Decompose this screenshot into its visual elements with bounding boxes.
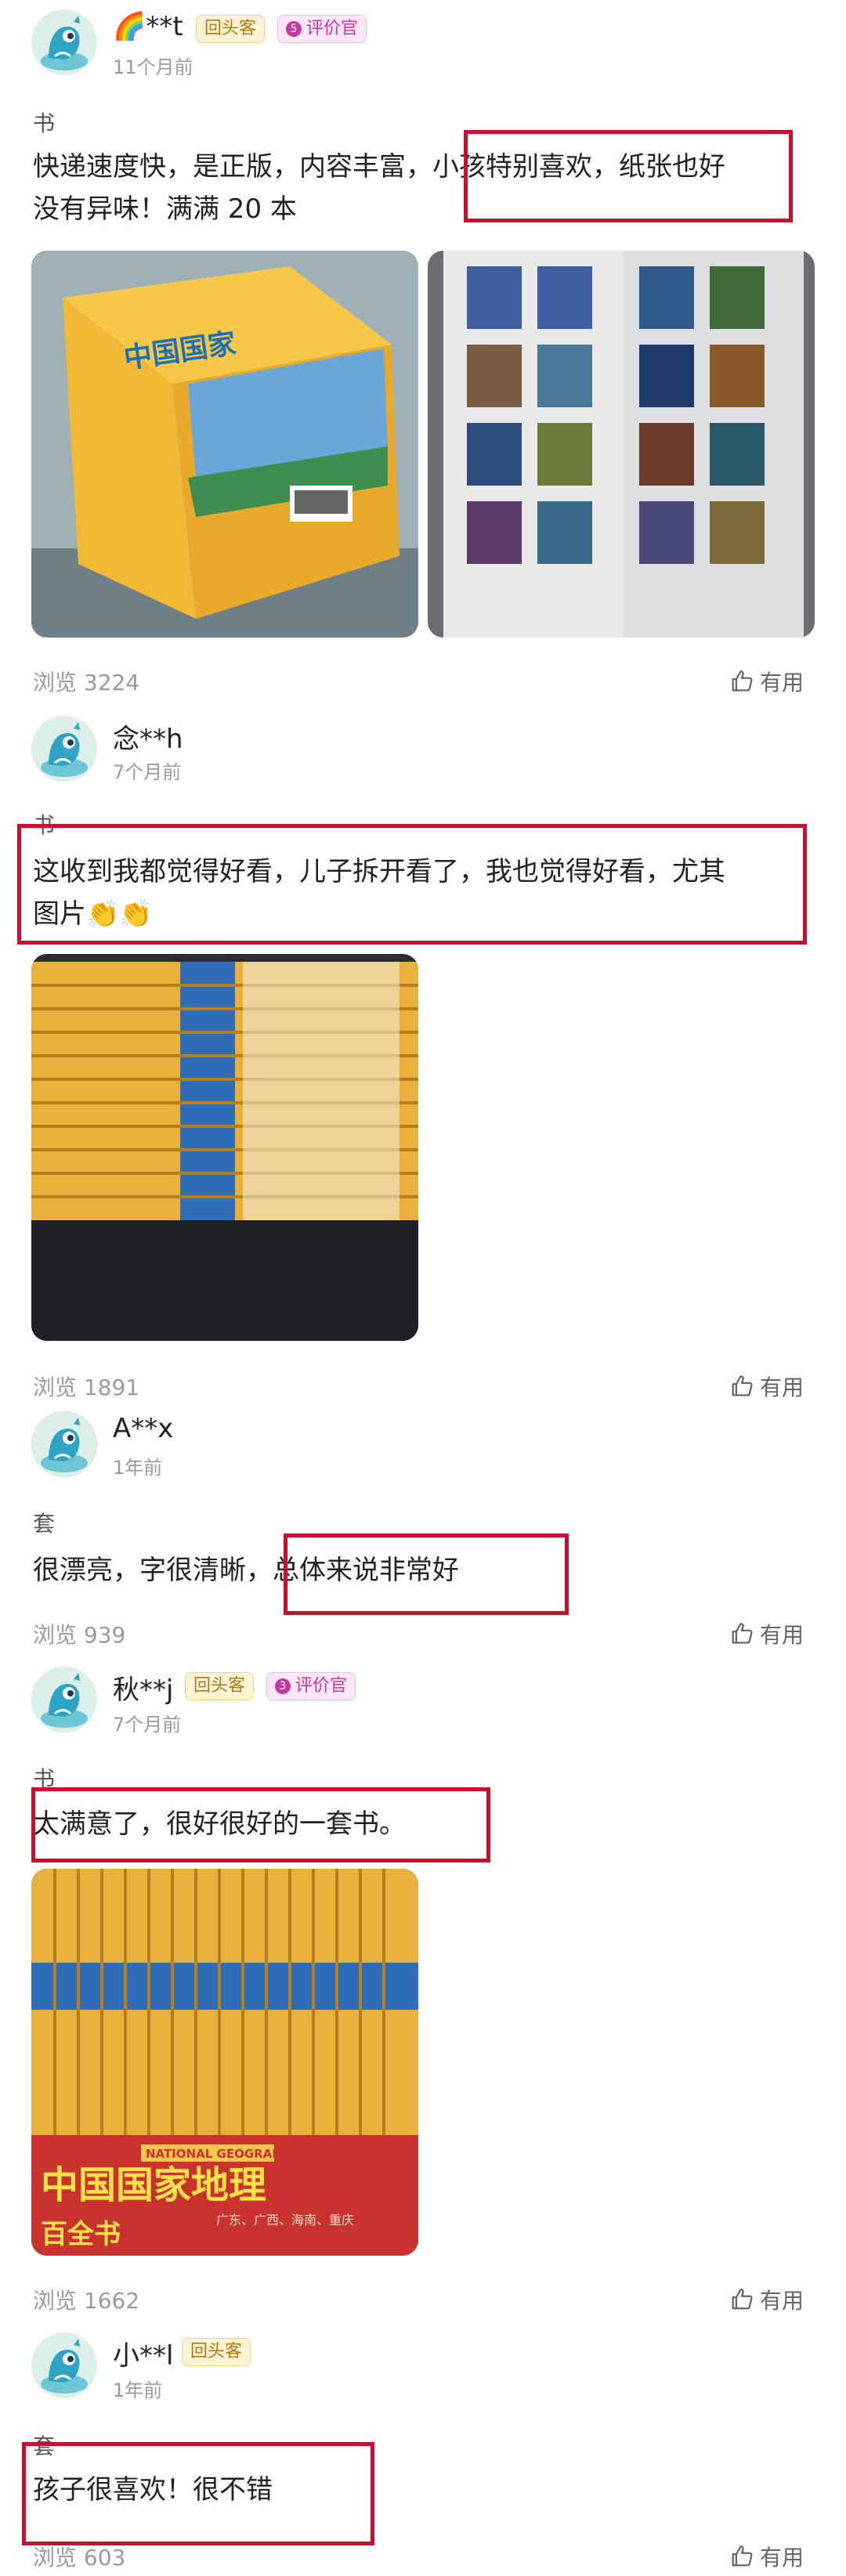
view-count: 浏览 603	[33, 2545, 126, 2571]
level-number: 3	[275, 1678, 291, 1694]
avatar[interactable]	[31, 1411, 97, 1477]
reviewer-name: 小**l	[113, 2340, 174, 2372]
view-count: 浏览 1662	[33, 2288, 140, 2314]
highlight-box	[31, 1787, 490, 1862]
thumbs-up-icon	[728, 1620, 755, 1647]
view-count: 浏览 1891	[33, 1375, 140, 1400]
reviewer-name: 🌈**t	[113, 11, 183, 42]
return-customer-badge: 回头客	[196, 15, 266, 43]
reviewer-name: A**x	[113, 1413, 174, 1444]
view-count: 浏览 3224	[33, 670, 140, 695]
category-label: 套	[33, 1511, 56, 1537]
reviewer-name: 念**h	[113, 724, 183, 755]
review-time: 7个月前	[113, 1714, 182, 1736]
review-time: 7个月前	[113, 761, 182, 783]
review-photo[interactable]	[428, 251, 815, 638]
return-customer-badge: 回头客	[182, 2338, 251, 2366]
highlight-box	[17, 824, 807, 945]
highlight-box	[22, 2442, 374, 2545]
avatar-mascot-icon	[31, 1411, 97, 1477]
thumbs-up-icon	[728, 1373, 755, 1400]
thumbs-up-icon	[728, 2286, 755, 2313]
review-time: 11个月前	[113, 56, 193, 78]
review-photo[interactable]	[31, 954, 418, 1341]
avatar-mascot-icon	[31, 716, 97, 782]
photo-book-subtitle: 百全书	[41, 2219, 121, 2250]
highlight-box	[464, 130, 793, 222]
useful-button[interactable]: 有用	[728, 1371, 804, 1402]
useful-button[interactable]: 有用	[728, 1618, 804, 1649]
avatar[interactable]	[31, 1667, 97, 1732]
avatar-mascot-icon	[31, 2332, 97, 2398]
review-time: 1年前	[113, 1457, 163, 1479]
highlight-box	[284, 1534, 569, 1615]
thumbs-up-icon	[728, 2543, 755, 2570]
avatar[interactable]	[31, 2332, 97, 2398]
photo-book-regions: 广东、广西、海南、重庆	[216, 2213, 354, 2227]
level-number: 5	[286, 21, 302, 37]
rainbow-emoji: 🌈	[113, 11, 146, 42]
reviewer-name: 秋**j	[113, 1675, 174, 1706]
avatar-mascot-icon	[31, 9, 97, 75]
review-photo[interactable]: 中国国家	[31, 251, 418, 638]
review-photo[interactable]: 中国国家地理 NATIONAL GEOGRAPHIC 广东、广西、海南、重庆 百…	[31, 1869, 418, 2256]
reviewer-level-badge: 5 评价官	[277, 15, 367, 43]
photo-book-brand: NATIONAL GEOGRAPHIC	[146, 2147, 303, 2161]
avatar[interactable]	[31, 716, 97, 782]
useful-button[interactable]: 有用	[728, 666, 804, 697]
avatar-mascot-icon	[31, 1667, 97, 1732]
review-time: 1年前	[113, 2379, 163, 2401]
avatar[interactable]	[31, 9, 97, 75]
category-label: 书	[33, 110, 56, 136]
return-customer-badge: 回头客	[185, 1672, 255, 1700]
useful-button[interactable]: 有用	[728, 2284, 804, 2315]
reviewer-level-badge: 3 评价官	[266, 1672, 356, 1700]
thumbs-up-icon	[728, 668, 755, 695]
view-count: 浏览 939	[33, 1622, 126, 1648]
photo-book-title: 中国国家地理	[41, 2163, 266, 2207]
useful-button[interactable]: 有用	[728, 2541, 804, 2572]
